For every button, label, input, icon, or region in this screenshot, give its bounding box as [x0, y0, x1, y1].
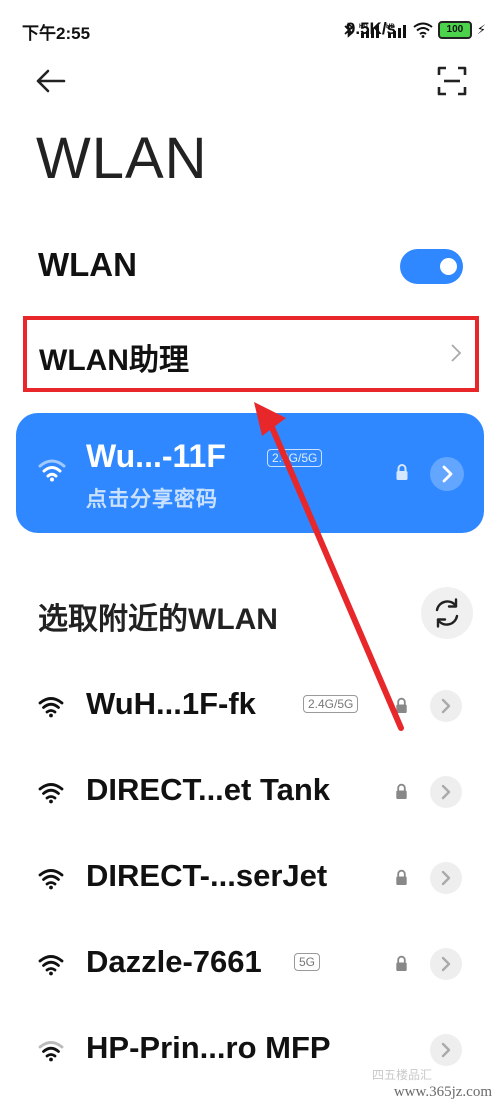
lock-icon — [396, 869, 407, 885]
wifi-icon — [38, 459, 66, 482]
network-detail-button[interactable] — [430, 457, 464, 491]
scan-qr-icon[interactable] — [436, 65, 468, 97]
status-bar: 下午2:55 9.5K/s HD HD 100 ⚡ — [0, 0, 500, 60]
wifi-icon — [38, 697, 64, 718]
wlan-toggle[interactable] — [400, 249, 463, 284]
chevron-right-icon — [441, 784, 451, 800]
watermark: www.365jz.com — [393, 1084, 492, 1100]
battery-icon: 100 — [437, 21, 472, 39]
network-name: DIRECT...et Tank — [86, 772, 331, 807]
wifi-status-icon — [413, 22, 433, 38]
network-detail-button[interactable] — [430, 690, 462, 722]
network-list-item[interactable]: DIRECT-...serJet — [0, 838, 500, 922]
wlan-toggle-label: WLAN — [38, 246, 137, 283]
page-title: WLAN — [36, 126, 208, 191]
signal-icon: HD — [359, 24, 379, 38]
status-icons: HD HD 100 ⚡ — [344, 19, 486, 41]
network-name: HP-Prin...ro MFP — [86, 1030, 331, 1065]
nearby-networks-title: 选取附近的WLAN — [38, 603, 278, 636]
wifi-icon — [38, 869, 64, 890]
chevron-right-icon — [441, 870, 451, 886]
lock-icon — [396, 955, 407, 971]
arrow-left-icon[interactable] — [34, 64, 68, 98]
wifi-icon — [38, 955, 64, 976]
network-name: WuH...1F-fk — [86, 686, 256, 721]
chevron-right-icon — [441, 698, 451, 714]
bluetooth-icon — [344, 22, 354, 38]
lock-icon — [396, 783, 407, 799]
band-badge: 2.4G/5G — [267, 449, 323, 467]
charging-icon: ⚡ — [476, 22, 486, 37]
connected-network-name: Wu...-11F — [86, 438, 226, 474]
band-badge: 5G — [294, 953, 321, 971]
svg-text:HD: HD — [359, 24, 368, 30]
lock-icon — [396, 697, 407, 713]
network-detail-button[interactable] — [430, 862, 462, 894]
highlight-box — [23, 316, 479, 392]
network-list-item[interactable]: DIRECT...et Tank — [0, 752, 500, 836]
network-list-item[interactable]: Dazzle-7661 5G — [0, 924, 500, 1008]
toggle-knob — [440, 258, 457, 275]
wifi-icon — [38, 783, 64, 804]
network-detail-button[interactable] — [430, 1034, 462, 1066]
network-name: DIRECT-...serJet — [86, 858, 328, 893]
signal-icon: HD — [386, 24, 406, 38]
watermark-faint: 四五楼品汇 — [371, 1068, 432, 1082]
svg-text:HD: HD — [386, 24, 395, 30]
refresh-icon — [435, 598, 459, 628]
chevron-right-icon — [442, 465, 453, 483]
chevron-right-icon — [441, 1042, 451, 1058]
wifi-icon — [38, 1041, 64, 1062]
lock-icon — [396, 464, 408, 480]
network-list-item[interactable]: WuH...1F-fk 2.4G/5G — [0, 666, 500, 750]
band-badge: 2.4G/5G — [303, 695, 359, 713]
network-name: Dazzle-7661 — [86, 944, 262, 979]
network-detail-button[interactable] — [430, 776, 462, 808]
status-time: 下午2:55 — [22, 24, 91, 43]
chevron-right-icon — [441, 956, 451, 972]
network-detail-button[interactable] — [430, 948, 462, 980]
refresh-button[interactable] — [421, 587, 473, 639]
share-password-hint: 点击分享密码 — [86, 488, 218, 511]
